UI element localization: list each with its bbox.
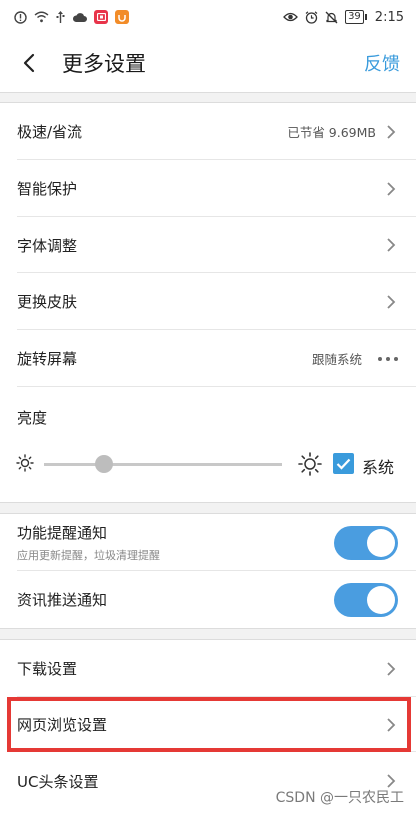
feedback-link[interactable]: 反馈 bbox=[364, 50, 400, 76]
brightness-low-icon bbox=[15, 453, 35, 477]
settings-row-rotate-screen[interactable]: 旋转屏幕 跟随系统 bbox=[0, 330, 416, 387]
row-label: 资讯推送通知 bbox=[17, 591, 108, 609]
chevron-right-icon bbox=[386, 181, 398, 197]
system-brightness-label: 系统 bbox=[362, 458, 395, 477]
settings-row-font-adjust[interactable]: 字体调整 bbox=[0, 217, 416, 273]
status-bar-right: 39 2:15 bbox=[283, 10, 404, 25]
chevron-right-icon bbox=[386, 124, 398, 140]
row-label: 更换皮肤 bbox=[17, 293, 78, 311]
row-label: 网页浏览设置 bbox=[17, 716, 108, 734]
section-separator bbox=[0, 502, 416, 514]
more-options-icon[interactable] bbox=[378, 356, 398, 361]
chevron-right-icon bbox=[386, 717, 398, 733]
feature-notify-toggle[interactable] bbox=[334, 525, 398, 560]
eye-icon bbox=[283, 12, 298, 22]
brightness-slider-thumb[interactable] bbox=[94, 455, 113, 473]
row-label: 下载设置 bbox=[17, 660, 78, 678]
row-label: 字体调整 bbox=[17, 236, 78, 255]
settings-row-change-skin[interactable]: 更换皮肤 bbox=[0, 273, 416, 330]
row-label: 旋转屏幕 bbox=[17, 350, 78, 368]
top-app-bar: 更多设置 反馈 bbox=[0, 34, 416, 92]
row-label: 智能保护 bbox=[17, 180, 78, 198]
section-separator bbox=[0, 92, 416, 103]
brightness-title-row: 亮度 bbox=[0, 392, 416, 442]
mute-bell-icon bbox=[325, 11, 338, 24]
settings-row-download[interactable]: 下载设置 bbox=[0, 640, 416, 697]
settings-row-news-push: 资讯推送通知 bbox=[0, 571, 416, 628]
battery-indicator: 39 bbox=[345, 10, 367, 24]
alarm-icon bbox=[305, 10, 318, 24]
system-brightness-checkbox[interactable] bbox=[333, 453, 354, 474]
alert-icon bbox=[14, 10, 27, 24]
chevron-right-icon bbox=[386, 294, 398, 310]
brightness-high-icon bbox=[297, 451, 323, 481]
row-label: 极速/省流 bbox=[17, 123, 83, 141]
app-notification-icon bbox=[94, 10, 108, 24]
divider bbox=[17, 386, 416, 387]
uc-browser-icon bbox=[115, 10, 129, 24]
chevron-right-icon bbox=[386, 237, 398, 253]
rotate-mode-value: 跟随系统 bbox=[311, 352, 362, 367]
row-label: 功能提醒通知 bbox=[17, 524, 108, 542]
row-sublabel: 应用更新提醒，垃圾清理提醒 bbox=[17, 549, 160, 562]
settings-row-web-browse[interactable]: 网页浏览设置 bbox=[0, 697, 416, 752]
status-bar-left bbox=[14, 10, 129, 24]
status-bar: 39 2:15 bbox=[0, 0, 416, 34]
cloud-icon bbox=[72, 12, 87, 23]
settings-row-feature-notify: 功能提醒通知 应用更新提醒，垃圾清理提醒 bbox=[0, 514, 416, 571]
settings-row-smart-protect[interactable]: 智能保护 bbox=[0, 160, 416, 217]
brightness-label: 亮度 bbox=[17, 408, 48, 427]
status-time: 2:15 bbox=[374, 9, 404, 25]
check-icon bbox=[336, 458, 351, 470]
back-arrow-icon[interactable] bbox=[16, 50, 42, 76]
row-label: UC头条设置 bbox=[17, 772, 99, 791]
section-separator bbox=[0, 628, 416, 640]
saved-data-value: 已节省 9.69MB bbox=[287, 125, 376, 140]
wifi-icon bbox=[34, 11, 49, 23]
settings-row-speed-mode[interactable]: 极速/省流 已节省 9.69MB bbox=[0, 103, 416, 160]
brightness-slider-track[interactable] bbox=[44, 463, 282, 466]
feature-notify-text: 功能提醒通知 应用更新提醒，垃圾清理提醒 bbox=[17, 522, 160, 563]
news-push-toggle[interactable] bbox=[334, 582, 398, 617]
usb-icon bbox=[56, 10, 65, 24]
watermark: CSDN @一只农民工 bbox=[275, 790, 404, 806]
page-title: 更多设置 bbox=[62, 52, 146, 76]
chevron-right-icon bbox=[386, 661, 398, 677]
